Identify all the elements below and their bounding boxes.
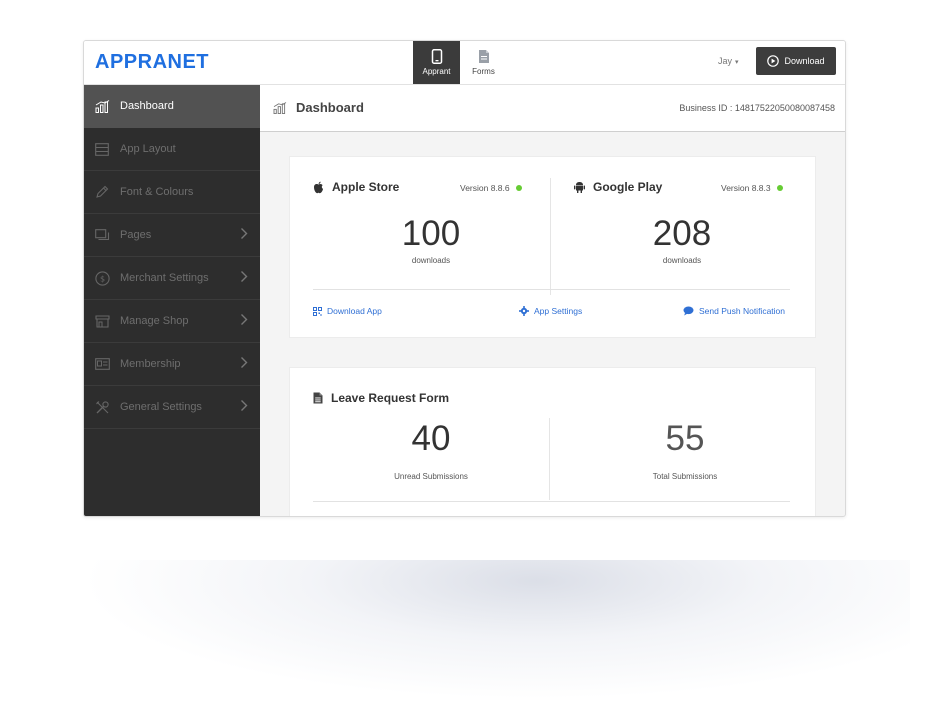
store-title: Apple Store	[313, 180, 399, 194]
version-label: Version 8.8.6	[460, 183, 510, 193]
top-nav: Apprant Forms	[413, 41, 507, 84]
card-divider	[313, 289, 790, 290]
download-count-label: downloads	[662, 256, 702, 265]
version-label: Version 8.8.3	[721, 183, 771, 193]
chevron-right-icon	[241, 400, 248, 411]
android-icon	[574, 182, 585, 193]
svg-text:$: $	[99, 274, 104, 283]
play-circle-icon	[767, 55, 780, 67]
sidebar-item-app-layout[interactable]: App Layout	[84, 128, 260, 171]
download-count: 208	[652, 214, 712, 253]
pages-icon	[94, 227, 110, 243]
download-count: 100	[401, 214, 461, 253]
document-icon	[313, 392, 323, 404]
card-divider	[313, 501, 790, 502]
document-icon	[478, 50, 489, 63]
status-dot	[776, 185, 783, 191]
topnav-forms-label: Forms	[472, 67, 495, 76]
chart-icon	[94, 98, 110, 114]
sidebar-item-label: App Layout	[120, 143, 176, 155]
tools-icon	[94, 399, 110, 415]
business-id: Business ID : 14817522050080087458	[679, 103, 835, 113]
topnav-forms[interactable]: Forms	[460, 41, 507, 84]
form-title: Leave Request Form	[313, 391, 449, 405]
version-info: Version 8.8.3	[721, 183, 783, 193]
download-button-label: Download	[784, 56, 825, 66]
app-window: APPRANET Apprant Forms Jay ▾ Download Das…	[83, 40, 846, 517]
sidebar-item-pages[interactable]: Pages	[84, 214, 260, 257]
sidebar-item-label: Font & Colours	[120, 186, 194, 198]
sidebar-item-general-settings[interactable]: General Settings	[84, 386, 260, 429]
sidebar-item-manage-shop[interactable]: Manage Shop	[84, 300, 260, 343]
app-settings-link[interactable]: App Settings	[519, 306, 582, 316]
chevron-right-icon	[241, 228, 248, 239]
column-divider	[549, 418, 550, 500]
store-title: Google Play	[574, 180, 662, 194]
dollar-icon: $	[94, 270, 110, 286]
window-shadow	[80, 560, 910, 700]
chart-icon	[273, 102, 287, 114]
store-stats-card: Apple Store Version 8.8.6 100 downloads …	[289, 156, 816, 338]
download-app-link[interactable]: Download App	[313, 306, 382, 316]
topnav-apprant[interactable]: Apprant	[413, 41, 460, 84]
version-info: Version 8.8.6	[460, 183, 522, 193]
sidebar-item-label: Membership	[120, 358, 181, 370]
layout-icon	[94, 141, 110, 157]
user-menu[interactable]: Jay ▾	[718, 56, 739, 66]
form-title-label: Leave Request Form	[331, 391, 450, 405]
total-label: Total Submissions	[652, 472, 718, 481]
download-count-label: downloads	[411, 256, 451, 265]
shop-icon	[94, 313, 110, 329]
send-push-notification-link[interactable]: Send Push Notification	[683, 306, 785, 316]
download-button[interactable]: Download	[756, 47, 836, 75]
top-bar: APPRANET Apprant Forms Jay ▾ Download	[84, 41, 845, 85]
qr-code-icon	[313, 306, 322, 316]
sidebar-item-membership[interactable]: Membership	[84, 343, 260, 386]
download-app-label: Download App	[327, 306, 382, 316]
gear-icon	[519, 306, 529, 316]
sidebar-item-label: General Settings	[120, 401, 202, 413]
user-name: Jay	[718, 56, 733, 66]
total-count: 55	[665, 419, 705, 458]
sidebar-item-dashboard[interactable]: Dashboard	[84, 85, 260, 128]
pencil-icon	[94, 184, 110, 200]
apple-store-panel: Apple Store Version 8.8.6 100 downloads	[313, 157, 549, 289]
sidebar-item-font-colours[interactable]: Font & Colours	[84, 171, 260, 214]
store-name: Apple Store	[332, 180, 400, 194]
store-name: Google Play	[593, 180, 663, 194]
push-notification-label: Send Push Notification	[699, 306, 785, 316]
chat-bubble-icon	[683, 306, 694, 316]
sidebar-item-merchant-settings[interactable]: $ Merchant Settings	[84, 257, 260, 300]
sidebar-item-label: Pages	[120, 229, 152, 241]
page-title: Dashboard	[296, 100, 364, 115]
status-dot	[515, 185, 522, 191]
sidebar-item-label: Merchant Settings	[120, 272, 209, 284]
chevron-right-icon	[241, 357, 248, 368]
app-settings-label: App Settings	[534, 306, 583, 316]
form-stats-card: Leave Request Form 40 Unread Submissions…	[289, 367, 816, 516]
id-card-icon	[94, 356, 110, 372]
sidebar-item-label: Dashboard	[120, 100, 174, 112]
caret-down-icon: ▾	[735, 59, 739, 66]
topnav-apprant-label: Apprant	[422, 67, 451, 76]
chevron-right-icon	[241, 271, 248, 282]
google-play-panel: Google Play Version 8.8.3 208 downloads	[550, 178, 787, 295]
content-header: Dashboard Business ID : 1481752205008008…	[260, 85, 845, 132]
chevron-right-icon	[241, 314, 248, 325]
phone-icon	[431, 49, 442, 64]
app-logo[interactable]: APPRANET	[95, 51, 209, 74]
apple-icon	[314, 181, 323, 193]
sidebar-item-label: Manage Shop	[120, 315, 189, 327]
unread-label: Unread Submissions	[394, 472, 468, 481]
unread-count: 40	[411, 419, 451, 458]
sidebar: Dashboard App Layout Font & Colours Page…	[84, 85, 260, 516]
